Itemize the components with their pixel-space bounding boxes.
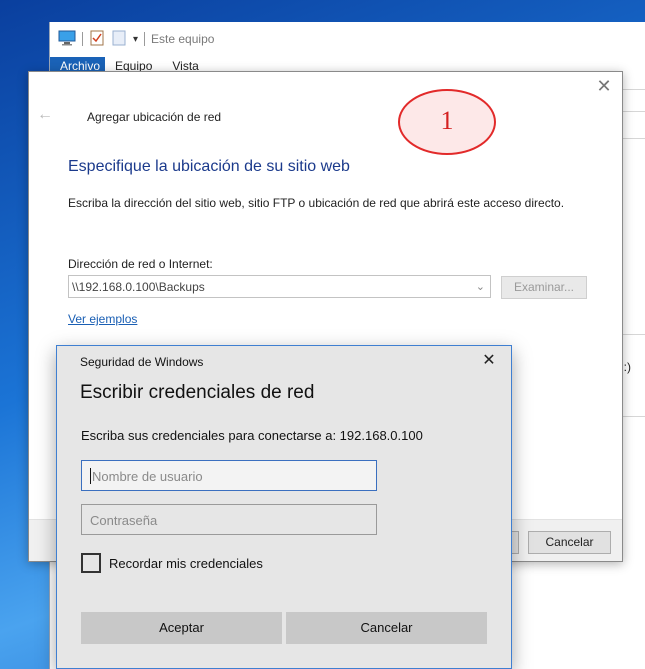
explorer-titlebar: ▾ Este equipo (50, 22, 645, 56)
computer-icon (58, 30, 76, 49)
explorer-side-text: :) (623, 360, 631, 374)
remember-checkbox[interactable] (81, 553, 101, 573)
username-field[interactable]: Nombre de usuario (81, 460, 377, 491)
chevron-down-icon[interactable]: ⌄ (476, 280, 485, 293)
wizard-title: Agregar ubicación de red (87, 110, 222, 124)
windows-security-dialog: Seguridad de Windows ✕ Escribir credenci… (56, 345, 512, 669)
step-number-annotation: 1 (398, 89, 496, 155)
wizard-description: Escriba la dirección del sitio web, siti… (68, 196, 565, 210)
address-value: \\192.168.0.100\Backups (72, 280, 205, 294)
remember-label: Recordar mis credenciales (109, 555, 263, 571)
wizard-cancel-button[interactable]: Cancelar (528, 531, 611, 554)
credentials-prompt: Escriba sus credenciales para conectarse… (81, 428, 423, 443)
divider (623, 89, 645, 90)
address-combobox[interactable]: \\192.168.0.100\Backups ⌄ (68, 275, 491, 298)
divider (623, 111, 645, 112)
examples-link[interactable]: Ver ejemplos (68, 312, 137, 326)
password-placeholder: Contraseña (90, 513, 158, 528)
new-folder-icon[interactable] (111, 30, 127, 49)
customize-toolbar-icon[interactable]: ▾ (133, 34, 138, 45)
toolbar-separator (82, 32, 83, 46)
divider (623, 138, 645, 139)
security-window-title: Seguridad de Windows (80, 355, 204, 369)
divider (623, 334, 645, 335)
credentials-cancel-button[interactable]: Cancelar (286, 612, 487, 644)
close-icon[interactable]: ✕ (481, 353, 497, 369)
properties-icon[interactable] (89, 30, 105, 49)
accept-button[interactable]: Aceptar (81, 612, 282, 644)
toolbar-separator (144, 32, 146, 46)
close-icon[interactable]: ✕ (596, 77, 612, 95)
page-heading: Especifique la ubicación de su sitio web (68, 158, 350, 175)
credentials-heading: Escribir credenciales de red (80, 382, 315, 403)
remember-credentials[interactable]: Recordar mis credenciales (81, 553, 263, 573)
back-arrow-icon[interactable]: ← (37, 106, 53, 124)
explorer-title: Este equipo (151, 32, 215, 46)
address-label: Dirección de red o Internet: (68, 257, 213, 271)
password-field[interactable]: Contraseña (81, 504, 377, 535)
username-placeholder: Nombre de usuario (92, 469, 203, 484)
browse-button[interactable]: Examinar... (501, 276, 587, 299)
divider (623, 416, 645, 417)
